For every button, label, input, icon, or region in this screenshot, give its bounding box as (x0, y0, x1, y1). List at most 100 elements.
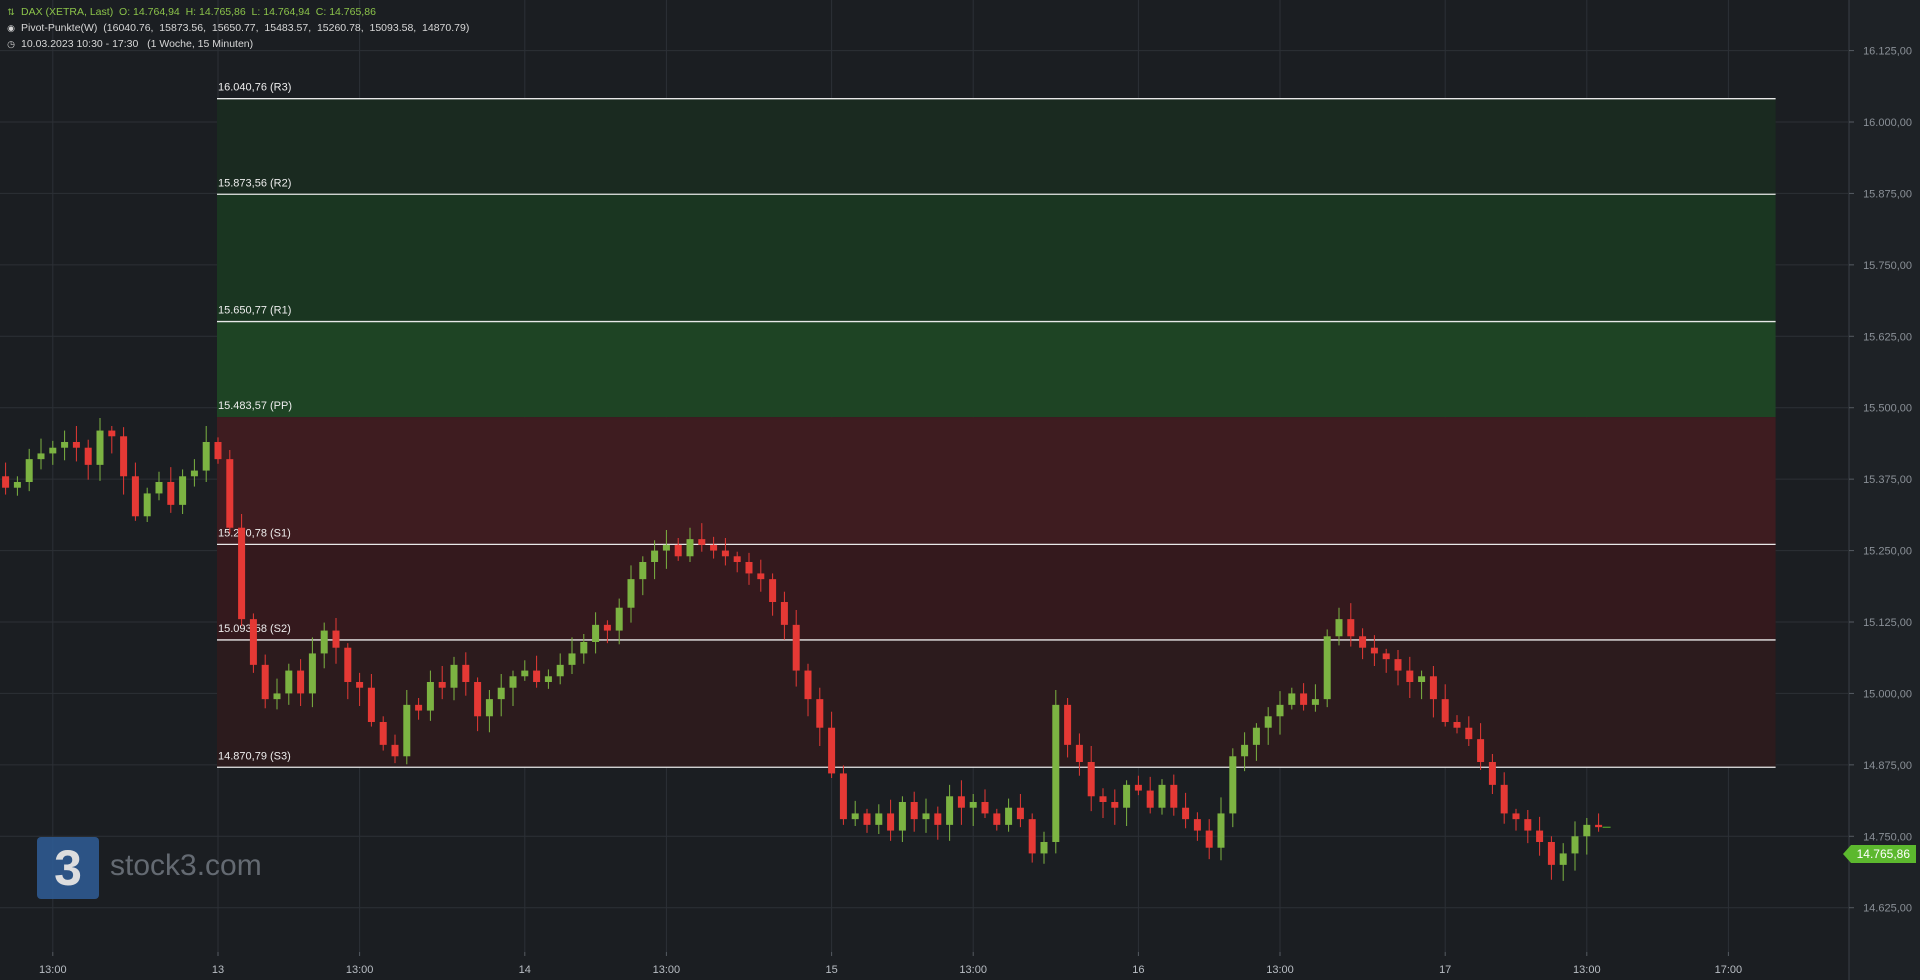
candle (1370, 647, 1378, 654)
candle (1252, 727, 1260, 745)
candle (1052, 704, 1060, 842)
candle (533, 670, 541, 682)
candle (662, 544, 670, 551)
candle (1229, 756, 1237, 814)
stock3-logo-text: stock3.com (110, 849, 262, 882)
x-tick-label: 16 (1132, 964, 1144, 976)
candle (1559, 853, 1567, 865)
candle (1158, 784, 1166, 808)
stock3-logo-mark: 3 (37, 837, 99, 899)
candle (627, 579, 635, 608)
candle (1040, 842, 1048, 854)
x-tick-label: 13:00 (653, 964, 681, 976)
candle (238, 527, 246, 620)
candle (273, 693, 281, 700)
candle (297, 670, 305, 694)
candle (875, 813, 883, 825)
candle (981, 802, 989, 814)
candle (1571, 836, 1579, 854)
range-header: ◷ 10.03.2023 10:30 - 17:30 (1 Woche, 15 M… (6, 38, 253, 50)
y-tick-label: 15.375,00 (1863, 474, 1912, 486)
candle (887, 813, 895, 831)
pivot-label: 14.870,79 (S3) (218, 750, 291, 762)
candle (72, 442, 80, 448)
candle (226, 459, 234, 528)
candle (450, 664, 458, 688)
candle (639, 562, 647, 580)
y-tick-label: 16.125,00 (1863, 46, 1912, 58)
candle (1418, 676, 1426, 682)
y-tick-label: 14.750,00 (1863, 831, 1912, 843)
candle (1500, 784, 1508, 814)
range-text: 10.03.2023 10:30 - 17:30 (1 Woche, 15 Mi… (21, 38, 254, 50)
candle (1182, 807, 1190, 820)
candle (308, 653, 316, 694)
s2-s3-zone (217, 639, 1776, 768)
candle (780, 602, 788, 625)
candle (1441, 699, 1449, 722)
indicator-header[interactable]: ◉ Pivot-Punkte(W) (16040.76, 15873.56, 15… (6, 22, 469, 34)
instrument-header: ⇅ DAX (XETRA, Last) O: 14.764,94 H: 14.76… (6, 6, 376, 18)
x-tick-label: 17:00 (1715, 964, 1743, 976)
candle (391, 744, 399, 757)
candle (1064, 704, 1072, 745)
candle (108, 430, 116, 437)
candle (1217, 813, 1225, 848)
candle (1394, 659, 1402, 671)
candle (285, 670, 293, 694)
candle (521, 670, 529, 677)
candle (61, 442, 69, 448)
candle (556, 664, 564, 677)
candle (993, 813, 1001, 825)
candle (96, 430, 104, 465)
candle (1193, 819, 1201, 831)
candle (1465, 727, 1473, 740)
candle (721, 550, 729, 557)
r1-pp-zone (217, 321, 1776, 418)
candle (674, 544, 682, 557)
y-tick-label: 16.000,00 (1863, 117, 1912, 129)
candle (509, 676, 517, 688)
candle (686, 539, 694, 557)
candle (792, 624, 800, 671)
candle (1205, 830, 1213, 848)
candle (1347, 619, 1355, 637)
candle (1536, 830, 1544, 842)
candle (25, 459, 33, 482)
candle (1241, 744, 1249, 757)
candle (757, 573, 765, 580)
candle (1276, 704, 1284, 717)
candle (415, 704, 423, 711)
candle (839, 773, 847, 820)
candle (922, 813, 930, 820)
candle (49, 447, 57, 454)
x-tick-label: 15 (825, 964, 837, 976)
y-tick-label: 14.875,00 (1863, 760, 1912, 772)
candle (84, 447, 92, 465)
candle (910, 802, 918, 820)
ohlc-values: O: 14.764,94 H: 14.765,86 L: 14.764,94 C… (119, 6, 376, 18)
pivot-label: 15.873,56 (R2) (218, 177, 291, 189)
candle (261, 664, 269, 700)
candlestick-chart[interactable]: 14.625,00 14.750,00 14.875,00 15.000,00 15.1… (0, 0, 1920, 980)
candle (367, 687, 375, 722)
x-tick-label: 13:00 (1266, 964, 1294, 976)
candle (733, 556, 741, 562)
candle (745, 562, 753, 574)
y-tick-label: 15.000,00 (1863, 688, 1912, 700)
candle (1075, 744, 1083, 762)
pivot-label: 15.650,77 (R1) (218, 305, 291, 317)
candle (1382, 653, 1390, 660)
candle (155, 482, 163, 494)
s1-s2-zone (217, 544, 1776, 640)
candle (403, 704, 411, 757)
candle (120, 436, 128, 477)
candle (1583, 824, 1591, 837)
last-price-tag: 14.765,86 (1842, 845, 1916, 863)
candle (37, 453, 45, 460)
candle (356, 682, 364, 688)
candle (544, 676, 552, 682)
candle (1311, 699, 1319, 705)
instrument-name: DAX (XETRA, Last) (21, 6, 114, 18)
candle (698, 539, 706, 545)
